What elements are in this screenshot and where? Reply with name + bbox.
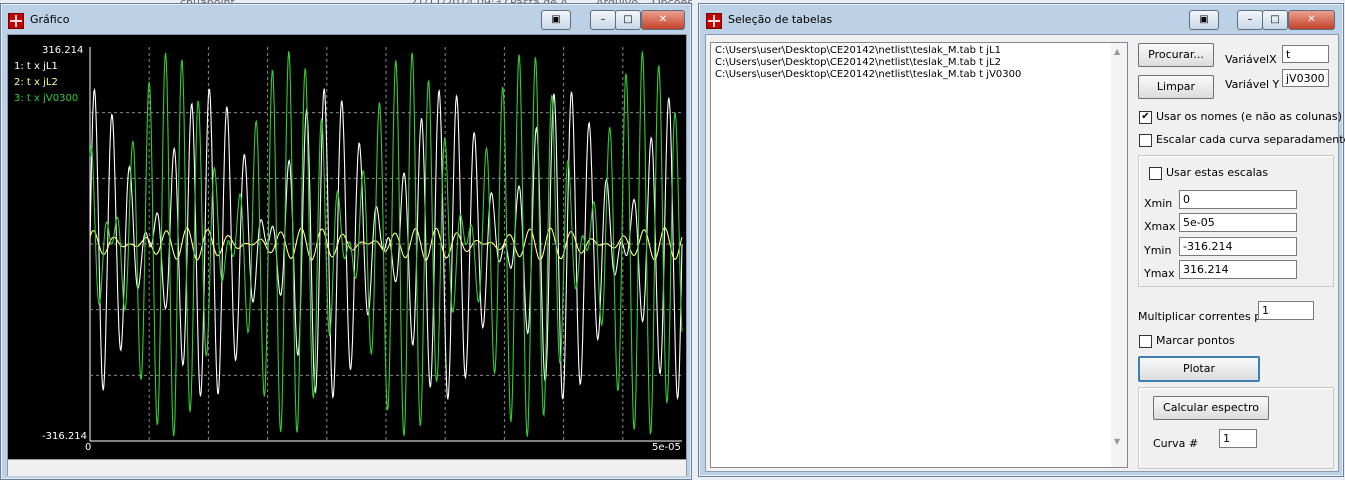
multiplicar-input[interactable]: 1 bbox=[1258, 301, 1314, 320]
grafico-titlebar[interactable]: Gráfico ▣ – □ ✕ bbox=[1, 4, 691, 34]
ymax-label: Ymax bbox=[1144, 267, 1175, 280]
list-item[interactable]: C:\Users\user\Desktop\CE20142\netlist\te… bbox=[715, 45, 1001, 56]
restore-icon[interactable]: ▣ bbox=[1189, 10, 1219, 30]
ymin-label: Ymin bbox=[1144, 244, 1172, 257]
maximize-button[interactable]: □ bbox=[615, 10, 641, 30]
escalar-checkbox[interactable] bbox=[1139, 134, 1152, 147]
selecao-window: Seleção de tabelas ▣ – □ ✕ C:\Users\user… bbox=[698, 3, 1345, 477]
xmin-label: Xmin bbox=[1144, 197, 1173, 210]
procurar-button[interactable]: Procurar... bbox=[1138, 43, 1214, 67]
marcar-pontos-label: Marcar pontos bbox=[1156, 334, 1235, 347]
xmin-input[interactable]: 0 bbox=[1179, 190, 1297, 209]
close-button[interactable]: ✕ bbox=[641, 10, 685, 30]
file-list[interactable]: C:\Users\user\Desktop\CE20142\netlist\te… bbox=[710, 42, 1128, 468]
usar-escalas-checkbox[interactable] bbox=[1149, 167, 1162, 180]
plot-area[interactable]: 316.214 -316.214 0 5e-05 1: t x jL1 2: t… bbox=[7, 34, 687, 476]
list-item[interactable]: C:\Users\user\Desktop\CE20142\netlist\te… bbox=[715, 69, 1021, 80]
usar-escalas-label: Usar estas escalas bbox=[1166, 166, 1269, 179]
scroll-down-icon[interactable]: ▼ bbox=[1114, 437, 1120, 446]
variavel-y-label: Variável Y bbox=[1225, 78, 1280, 91]
x-max-label: 5e-05 bbox=[652, 442, 681, 453]
app-icon bbox=[8, 13, 24, 29]
limpar-button[interactable]: Limpar bbox=[1138, 75, 1214, 99]
x-min-label: 0 bbox=[85, 442, 92, 453]
grafico-title: Gráfico bbox=[30, 13, 70, 26]
ymax-input[interactable]: 316.214 bbox=[1179, 260, 1297, 279]
xmax-input[interactable]: 5e-05 bbox=[1179, 213, 1297, 232]
grafico-window: Gráfico ▣ – □ ✕ 316.214 -316.214 0 5e-05… bbox=[0, 3, 692, 480]
app-icon bbox=[706, 13, 722, 29]
maximize-button[interactable]: □ bbox=[1262, 10, 1288, 30]
usar-nomes-label: Usar os nomes (e não as colunas) bbox=[1156, 110, 1342, 123]
legend-item-3: 3: t x jV0300 bbox=[14, 93, 79, 104]
variavel-x-input[interactable]: t bbox=[1282, 45, 1329, 63]
multiplicar-label: Multiplicar correntes por bbox=[1138, 310, 1273, 323]
close-button[interactable]: ✕ bbox=[1288, 10, 1335, 30]
curva-input[interactable]: 1 bbox=[1219, 429, 1257, 448]
legend-item-2: 2: t x jL2 bbox=[14, 77, 58, 88]
plotar-button[interactable]: Plotar bbox=[1138, 356, 1260, 382]
status-bar bbox=[8, 459, 686, 476]
vertical-scrollbar[interactable]: ▲ ▼ bbox=[1111, 43, 1127, 467]
scroll-up-icon[interactable]: ▲ bbox=[1114, 47, 1120, 56]
variavel-x-label: VariávelX bbox=[1225, 53, 1277, 66]
escalar-label: Escalar cada curva separadamente bbox=[1156, 133, 1345, 146]
y-min-label: -316.214 bbox=[42, 431, 87, 442]
ymin-input[interactable]: -316.214 bbox=[1179, 237, 1297, 256]
variavel-y-input[interactable]: jV0300 bbox=[1282, 69, 1329, 87]
usar-nomes-checkbox[interactable]: ✔ bbox=[1139, 111, 1152, 124]
calcular-espectro-button[interactable]: Calcular espectro bbox=[1153, 396, 1269, 420]
selecao-titlebar[interactable]: Seleção de tabelas ▣ – □ ✕ bbox=[699, 4, 1343, 34]
marcar-pontos-checkbox[interactable] bbox=[1139, 335, 1152, 348]
curva-label: Curva # bbox=[1153, 437, 1199, 450]
xmax-label: Xmax bbox=[1144, 220, 1176, 233]
restore-icon[interactable]: ▣ bbox=[541, 10, 571, 30]
legend-item-1: 1: t x jL1 bbox=[14, 61, 58, 72]
selecao-title: Seleção de tabelas bbox=[728, 13, 833, 26]
list-item[interactable]: C:\Users\user\Desktop\CE20142\netlist\te… bbox=[715, 57, 1001, 68]
spectrum-group: Calcular espectro Curva # 1 bbox=[1138, 387, 1334, 469]
selecao-client: C:\Users\user\Desktop\CE20142\netlist\te… bbox=[705, 34, 1345, 472]
chart-svg bbox=[89, 47, 683, 442]
y-max-label: 316.214 bbox=[42, 45, 84, 56]
series-line-1 bbox=[89, 87, 683, 401]
scales-group: Usar estas escalas Xmin 0 Xmax 5e-05 Ymi… bbox=[1138, 155, 1334, 287]
minimize-button[interactable]: – bbox=[590, 10, 616, 30]
minimize-button[interactable]: – bbox=[1237, 10, 1263, 30]
